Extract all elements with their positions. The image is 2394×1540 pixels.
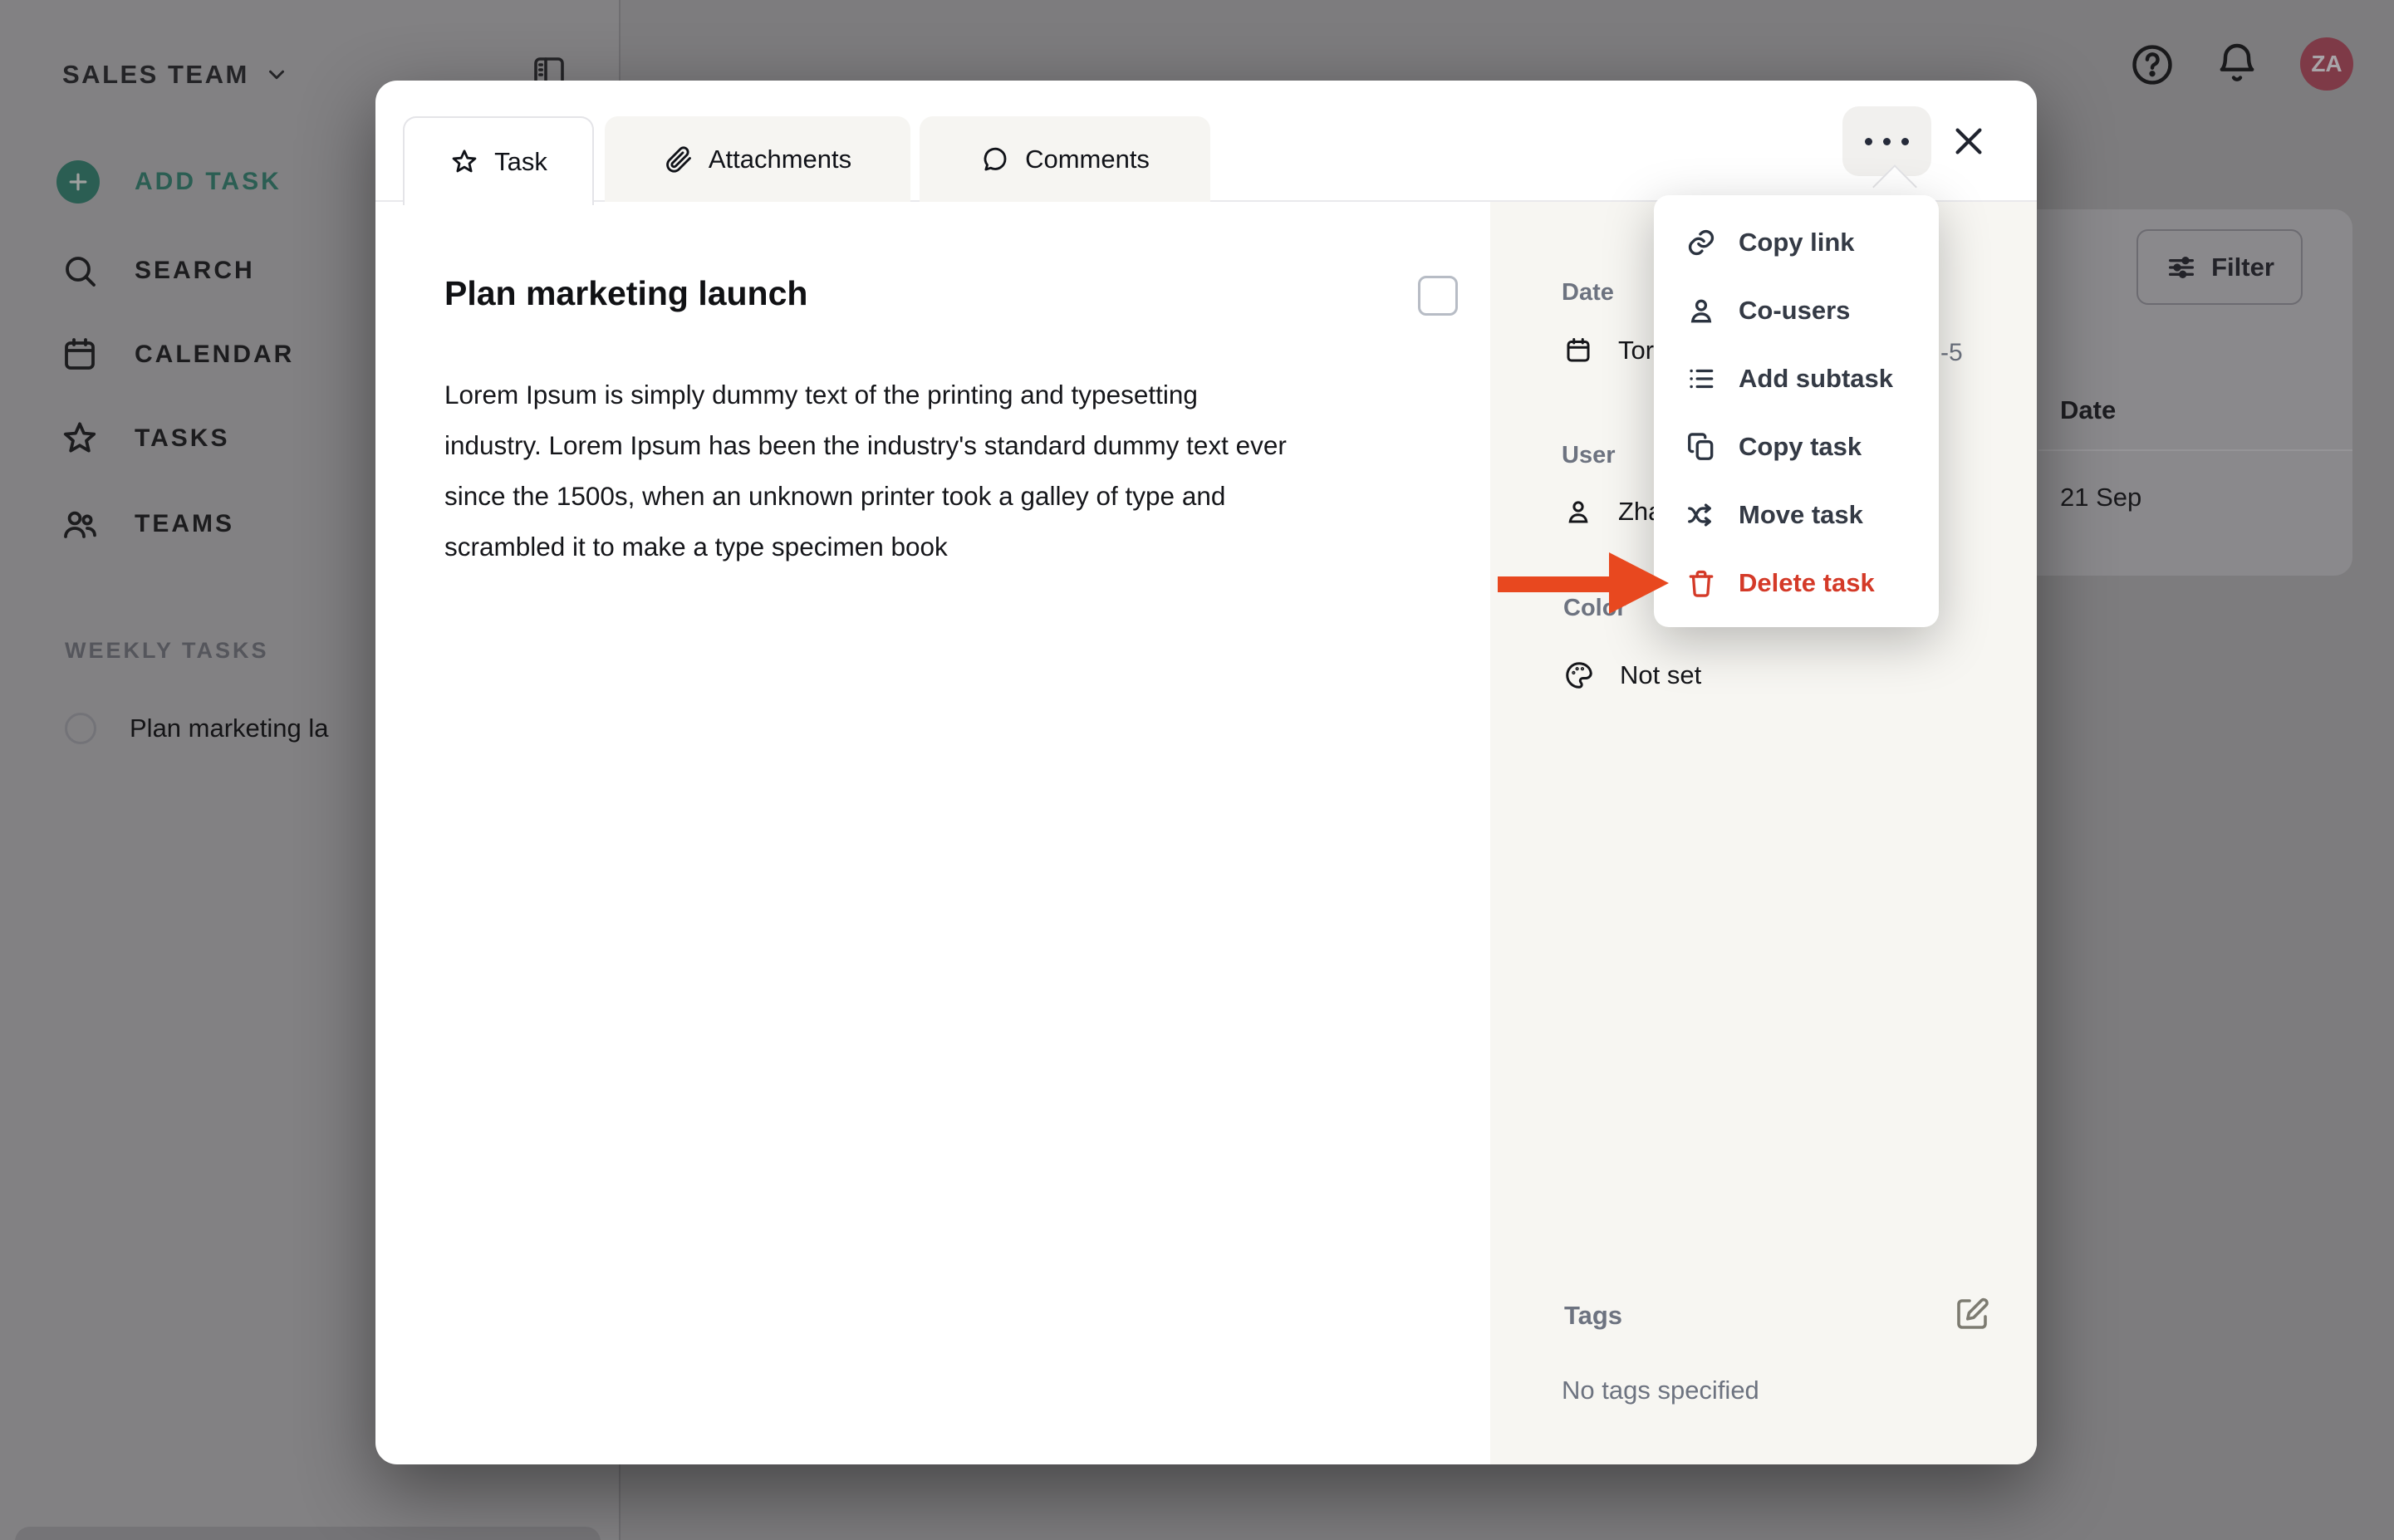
sidebar-item-tasks[interactable]: TASKS	[60, 419, 229, 459]
filter-button[interactable]: Filter	[2136, 229, 2303, 305]
tab-label: Attachments	[708, 144, 852, 174]
sidebar-item-label: TEAMS	[135, 510, 234, 537]
sidebar-item-label: CALENDAR	[135, 341, 295, 368]
menu-item-move-task[interactable]: Move task	[1654, 481, 1939, 549]
team-name: SALES TEAM	[62, 60, 249, 89]
list-icon	[1685, 363, 1717, 395]
description-line: Lorem Ipsum is simply dummy text of the …	[444, 380, 1198, 410]
edit-tags-icon[interactable]	[1952, 1294, 1992, 1334]
help-icon[interactable]	[2129, 42, 2176, 88]
color-row[interactable]: Not set	[1563, 660, 1701, 691]
menu-item-label: Co-users	[1739, 296, 1851, 325]
description-line: scrambled it to make a type specimen boo…	[444, 532, 948, 562]
copy-icon	[1685, 431, 1717, 463]
star-icon	[449, 147, 479, 177]
sidebar-task-item[interactable]: Plan marketing la	[65, 713, 375, 744]
menu-item-label: Move task	[1739, 500, 1863, 529]
task-status-circle[interactable]	[65, 713, 96, 744]
menu-item-add-subtask[interactable]: Add subtask	[1654, 345, 1939, 413]
task-description[interactable]: Lorem Ipsum is simply dummy text of the …	[444, 370, 1287, 572]
user-row[interactable]: Zha	[1563, 497, 1662, 527]
sidebar-section-title: WEEKLY TASKS	[65, 638, 269, 663]
task-item-label: Plan marketing la	[130, 714, 329, 743]
tab-label: Task	[494, 146, 547, 176]
dot	[1901, 137, 1909, 145]
date-value-fragment: Tor	[1618, 336, 1655, 365]
sidebar-bottom-item[interactable]	[15, 1527, 601, 1540]
tab-comments[interactable]: Comments	[920, 116, 1210, 202]
people-icon	[60, 504, 100, 544]
date-row[interactable]: Tor	[1563, 336, 1654, 365]
tags-empty-text: No tags specified	[1562, 1376, 1759, 1405]
sidebar-item-teams[interactable]: TEAMS	[60, 504, 234, 544]
star-icon	[60, 419, 100, 459]
tab-label: Comments	[1025, 144, 1150, 174]
close-icon[interactable]	[1947, 120, 1990, 163]
palette-icon	[1563, 660, 1595, 691]
team-switcher[interactable]: SALES TEAM	[62, 60, 289, 90]
tab-task[interactable]: Task	[403, 116, 594, 205]
chevron-down-icon	[264, 62, 289, 87]
sidebar-item-calendar[interactable]: CALENDAR	[60, 335, 294, 375]
sidebar-item-label: TASKS	[135, 424, 230, 452]
link-icon	[1685, 227, 1717, 258]
menu-item-co-users[interactable]: Co-users	[1654, 277, 1939, 345]
menu-item-label: Copy task	[1739, 432, 1862, 461]
add-task-button[interactable]: ADD TASK	[56, 160, 282, 204]
more-options-button[interactable]	[1842, 106, 1931, 176]
menu-item-delete-task[interactable]: Delete task	[1654, 549, 1939, 617]
app-root: SALES TEAM ADD TASK SEARCH CALENDAR TASK…	[0, 0, 2394, 1540]
menu-item-label: Copy link	[1739, 228, 1855, 257]
menu-item-label: Add subtask	[1739, 364, 1894, 393]
person-icon	[1685, 295, 1717, 326]
description-line: industry. Lorem Ipsum has been the indus…	[444, 430, 1287, 460]
add-task-label: ADD TASK	[135, 168, 282, 195]
table-date-header: Date	[2060, 395, 2117, 424]
avatar[interactable]: ZA	[2300, 37, 2353, 91]
description-line: since the 1500s, when an unknown printer…	[444, 481, 1226, 511]
avatar-initials: ZA	[2311, 51, 2342, 76]
filter-icon	[2165, 251, 2198, 284]
date-value-right-fragment: -5	[1940, 339, 1963, 366]
menu-item-copy-link[interactable]: Copy link	[1654, 208, 1939, 277]
task-title: Plan marketing launch	[444, 274, 808, 312]
menu-item-label: Delete task	[1739, 568, 1875, 597]
annotation-arrow	[1487, 544, 1678, 623]
paperclip-icon	[664, 145, 694, 174]
table-divider	[2038, 449, 2352, 451]
filter-label: Filter	[2211, 252, 2274, 282]
table-row-date: 21 Sep	[2060, 483, 2142, 512]
sidebar-item-search[interactable]: SEARCH	[60, 251, 255, 291]
task-complete-checkbox[interactable]	[1418, 276, 1458, 316]
plus-icon	[56, 160, 100, 204]
date-label: Date	[1562, 279, 1614, 306]
dot	[1883, 137, 1891, 145]
tags-label: Tags	[1564, 1301, 1623, 1330]
trash-icon	[1685, 567, 1717, 599]
tab-attachments[interactable]: Attachments	[605, 116, 910, 202]
search-icon	[60, 251, 100, 291]
user-label: User	[1562, 442, 1616, 468]
comment-icon	[980, 145, 1010, 174]
calendar-icon	[1563, 336, 1593, 365]
menu-item-copy-task[interactable]: Copy task	[1654, 413, 1939, 481]
bell-icon[interactable]	[2214, 40, 2260, 86]
calendar-icon	[60, 335, 100, 375]
person-icon	[1563, 497, 1593, 527]
shuffle-icon	[1685, 499, 1717, 531]
sidebar-item-label: SEARCH	[135, 257, 255, 284]
dot	[1865, 137, 1872, 145]
color-value: Not set	[1620, 660, 1702, 689]
